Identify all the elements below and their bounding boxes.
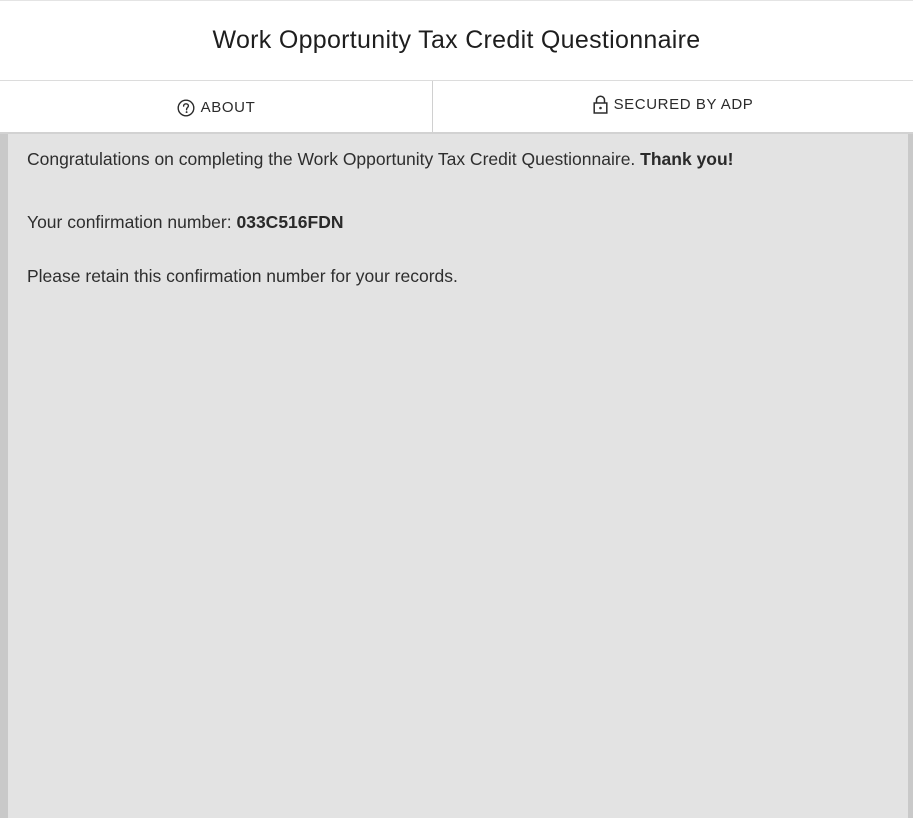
page-header: Work Opportunity Tax Credit Questionnair… (0, 0, 913, 81)
confirmation-line: Your confirmation number: 033C516FDN (27, 212, 343, 233)
thank-you-text: Thank you! (640, 149, 734, 169)
page: Work Opportunity Tax Credit Questionnair… (0, 0, 913, 818)
page-title: Work Opportunity Tax Credit Questionnair… (212, 26, 701, 54)
retain-notice: Please retain this confirmation number f… (27, 266, 458, 286)
tab-about[interactable]: ABOUT (0, 81, 433, 132)
tab-about-label: ABOUT (200, 99, 256, 116)
confirmation-label: Your confirmation number: (27, 212, 232, 232)
congratulations-text: Congratulations on completing the Work O… (27, 149, 636, 169)
question-circle-icon (177, 98, 195, 117)
panel-left-border (0, 134, 8, 818)
tab-secured-label: SECURED BY ADP (613, 96, 754, 113)
confirmation-panel: Congratulations on completing the Work O… (0, 134, 913, 818)
lock-icon (593, 95, 608, 114)
tab-bar: ABOUT SECURED BY ADP (0, 81, 913, 134)
tab-secured-by-adp[interactable]: SECURED BY ADP (433, 81, 913, 132)
panel-right-border (908, 134, 913, 818)
congratulations-message: Congratulations on completing the Work O… (27, 149, 734, 170)
confirmation-number: 033C516FDN (236, 212, 344, 232)
